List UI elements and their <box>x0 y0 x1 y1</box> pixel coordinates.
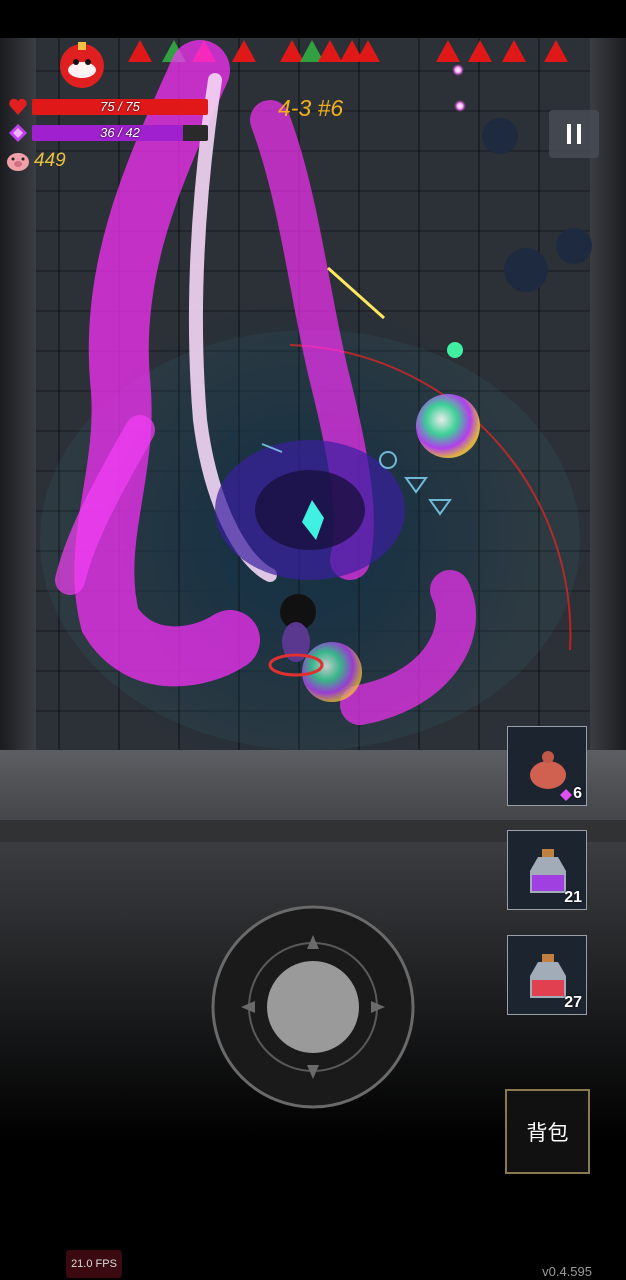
joystick-thumb[interactable] <box>267 961 359 1053</box>
mana-gem-icon <box>9 124 27 142</box>
level-indicator: 4-3 #6 <box>278 95 344 121</box>
piggy-bank-icon <box>7 153 29 171</box>
slot-count: 27 <box>564 994 582 1011</box>
pause-icon <box>567 124 571 144</box>
backpack-button[interactable]: 背包 <box>505 1089 590 1174</box>
slot-count: 6 <box>573 785 582 802</box>
virtual-joystick[interactable] <box>211 905 415 1109</box>
dungeon-floor <box>0 38 626 750</box>
fps-counter: 21.0 FPS <box>66 1250 122 1278</box>
mana-text: 36 / 42 <box>100 125 140 140</box>
quick-slot-purple-potion[interactable]: 21 <box>507 830 587 910</box>
left-wall <box>0 38 36 750</box>
mana-bar: 36 / 42 <box>32 125 208 141</box>
slot-count: 21 <box>564 889 582 906</box>
quick-slot-orb[interactable]: 6 <box>507 726 587 806</box>
boss-avatar-icon <box>60 42 104 88</box>
heart-icon <box>9 98 27 115</box>
health-bar: 75 / 75 <box>32 99 208 115</box>
quick-slot-red-potion[interactable]: 27 <box>507 935 587 1015</box>
coin-count: 449 <box>34 150 66 171</box>
health-text: 75 / 75 <box>100 99 140 114</box>
pause-button[interactable] <box>549 110 599 158</box>
version-label: v0.4.595 <box>542 1264 592 1279</box>
